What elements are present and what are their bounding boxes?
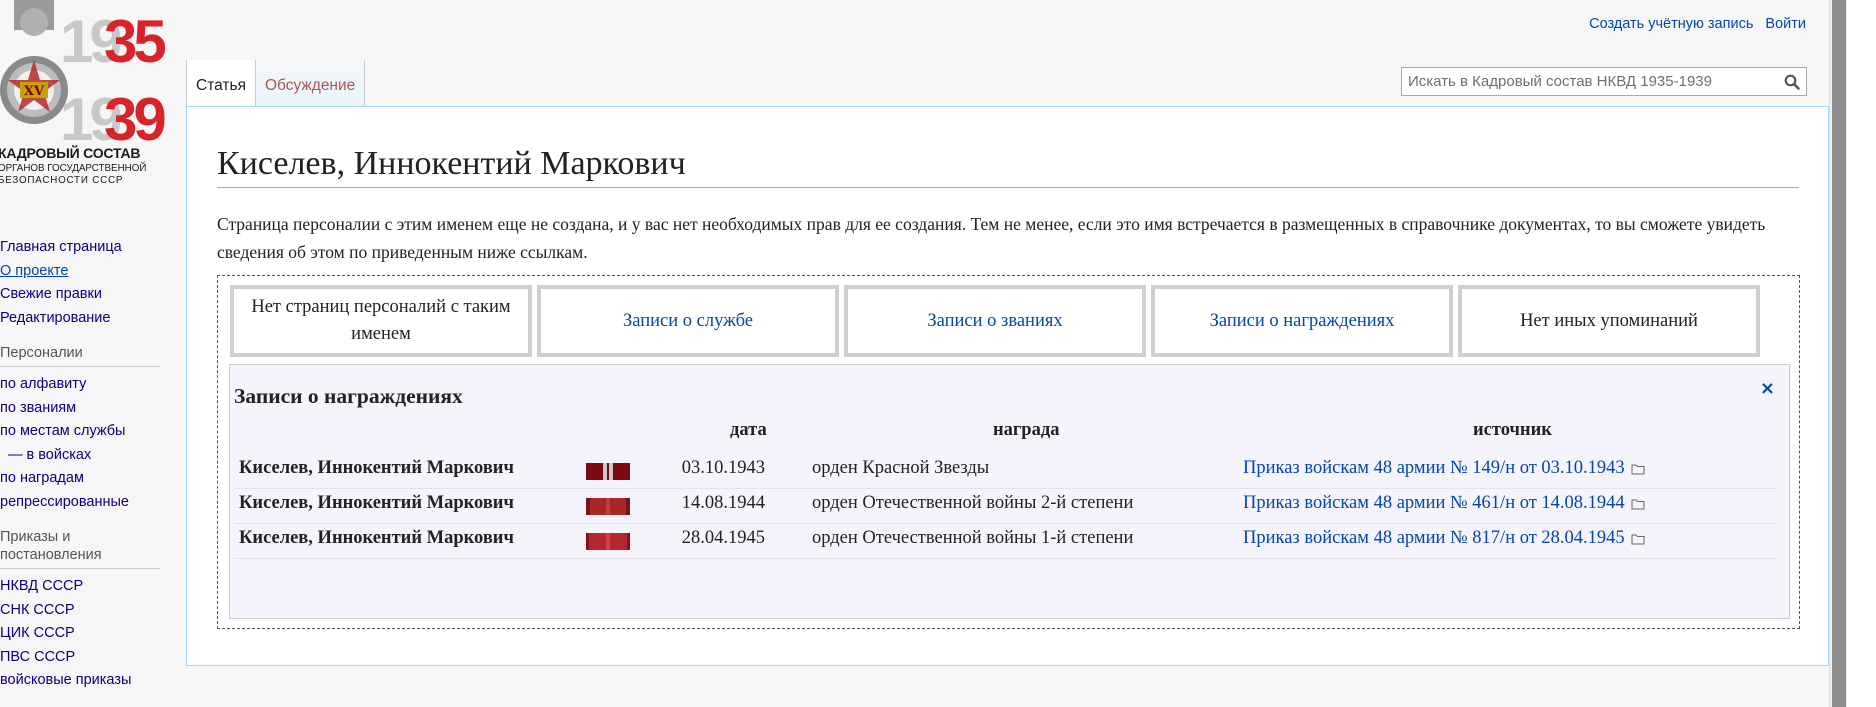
nav-snk[interactable]: СНК СССР: [0, 599, 180, 623]
nav-heading-orders: Приказы и постановления: [0, 528, 160, 569]
award-date: 28.04.1945: [681, 528, 765, 548]
source-link[interactable]: Приказ войскам 48 армии № 149/н от 03.10…: [1243, 458, 1645, 479]
header-award: награда: [993, 420, 1060, 440]
nav-nkvd[interactable]: НКВД СССР: [0, 575, 180, 599]
logo-graphic: 19 19 35 39 XV КАДРОВЫЙ СОСТАВ ОРГАНОВ Г…: [0, 0, 169, 186]
login-link[interactable]: Войти: [1765, 16, 1806, 32]
svg-text:ОРГАНОВ ГОСУДАРСТВЕННОЙ: ОРГАНОВ ГОСУДАРСТВЕННОЙ: [0, 162, 146, 174]
award-name: орден Красной Звезды: [812, 458, 990, 478]
nav-by-alphabet[interactable]: по алфавиту: [0, 373, 180, 397]
personal-tools: Создать учётную запись Войти: [1581, 16, 1806, 32]
folder-icon[interactable]: [1631, 463, 1645, 475]
create-account-link[interactable]: Создать учётную запись: [1589, 16, 1753, 32]
records-tabs: Нет страниц персоналий с таким именем За…: [230, 285, 1760, 357]
tab-article[interactable]: Статья: [186, 60, 256, 107]
page-tabs: Статья Обсуждение: [186, 60, 366, 107]
person-name: Киселев, Иннокентий Маркович: [239, 458, 514, 478]
folder-icon[interactable]: [1631, 533, 1645, 545]
sidebar: Главная страница О проекте Свежие правки…: [0, 236, 180, 693]
nav-recent-changes[interactable]: Свежие правки: [0, 283, 180, 307]
award-row: Киселев, Иннокентий Маркович 03.10.1943 …: [234, 453, 1777, 489]
search-input[interactable]: [1402, 73, 1778, 90]
nav-pvs[interactable]: ПВС СССР: [0, 646, 180, 670]
window-margin: [1847, 0, 1876, 707]
tab-discussion[interactable]: Обсуждение: [255, 60, 366, 106]
svg-text:35: 35: [104, 8, 165, 75]
scrollbar-thumb[interactable]: [1832, 0, 1846, 707]
nav-cik[interactable]: ЦИК СССР: [0, 622, 180, 646]
nav-heading-personalii: Персоналии: [0, 344, 160, 367]
award-date: 14.08.1944: [681, 493, 765, 513]
nav-main-page[interactable]: Главная страница: [0, 236, 180, 260]
tab-rank-records[interactable]: Записи о званиях: [844, 285, 1146, 357]
tab-service-records[interactable]: Записи о службе: [537, 285, 839, 357]
source-link-text[interactable]: Приказ войскам 48 армии № 149/н от 03.10…: [1243, 458, 1625, 478]
svg-text:КАДРОВЫЙ СОСТАВ: КАДРОВЫЙ СОСТАВ: [0, 144, 140, 161]
nav-editing[interactable]: Редактирование: [0, 307, 180, 331]
nav-by-awards[interactable]: по наградам: [0, 467, 180, 491]
nav-military-orders[interactable]: войсковые приказы: [0, 669, 180, 693]
ribbon-red-star-icon: [586, 463, 630, 480]
source-link-text[interactable]: Приказ войскам 48 армии № 461/н от 14.08…: [1243, 493, 1625, 513]
tab-award-records[interactable]: Записи о награждениях: [1151, 285, 1453, 357]
person-name: Киселев, Иннокентий Маркович: [239, 528, 514, 548]
source-link[interactable]: Приказ войскам 48 армии № 817/н от 28.04…: [1243, 528, 1645, 549]
search-icon: [1784, 74, 1800, 90]
nav-in-troops[interactable]: — в войсках: [0, 444, 180, 468]
vertical-scrollbar[interactable]: [1829, 0, 1848, 707]
svg-text:XV: XV: [24, 84, 45, 99]
source-link[interactable]: Приказ войскам 48 армии № 461/н от 14.08…: [1243, 493, 1645, 514]
content-area: Киселев, Иннокентий Маркович Страница пе…: [186, 106, 1829, 666]
page-title: Киселев, Иннокентий Маркович: [217, 145, 1799, 188]
award-name: орден Отечественной войны 1-й степени: [812, 528, 1134, 548]
award-name: орден Отечественной войны 2-й степени: [812, 493, 1134, 513]
awards-panel-title: Записи о награждениях: [234, 384, 463, 408]
ribbon-patriotic-war-2-icon: [586, 498, 630, 515]
tab-no-other-mentions: Нет иных упоминаний: [1458, 285, 1760, 357]
award-row: Киселев, Иннокентий Маркович 28.04.1945 …: [234, 523, 1777, 559]
person-name: Киселев, Иннокентий Маркович: [239, 493, 514, 513]
folder-icon[interactable]: [1631, 498, 1645, 510]
site-logo[interactable]: 19 19 35 39 XV КАДРОВЫЙ СОСТАВ ОРГАНОВ Г…: [0, 0, 169, 195]
search-box: [1401, 67, 1807, 96]
nav-repressed[interactable]: репрессированные: [0, 491, 180, 515]
source-link-text[interactable]: Приказ войскам 48 армии № 817/н от 28.04…: [1243, 528, 1625, 548]
badge-icon: XV: [0, 0, 68, 124]
header-source: источник: [1473, 420, 1552, 440]
close-icon[interactable]: ×: [1760, 378, 1775, 399]
award-row: Киселев, Иннокентий Маркович 14.08.1944 …: [234, 488, 1777, 524]
svg-text:БЕЗОПАСНОСТИ СССР: БЕЗОПАСНОСТИ СССР: [0, 175, 123, 186]
nav-by-ranks[interactable]: по званиям: [0, 397, 180, 421]
tab-no-personal-pages: Нет страниц персоналий с таким именем: [230, 285, 532, 357]
search-button[interactable]: [1778, 68, 1806, 95]
svg-text:39: 39: [104, 86, 165, 153]
nav-by-service-places[interactable]: по местам службы: [0, 420, 180, 444]
awards-panel: Записи о награждениях × дата награда ист…: [229, 364, 1790, 619]
ribbon-patriotic-war-1-icon: [586, 533, 630, 550]
nav-about[interactable]: О проекте: [0, 260, 180, 284]
award-date: 03.10.1943: [681, 458, 765, 478]
records-box: Нет страниц персоналий с таким именем За…: [217, 275, 1800, 629]
header-date: дата: [730, 420, 767, 440]
intro-text: Страница персоналии с этим именем еще не…: [217, 214, 1766, 262]
